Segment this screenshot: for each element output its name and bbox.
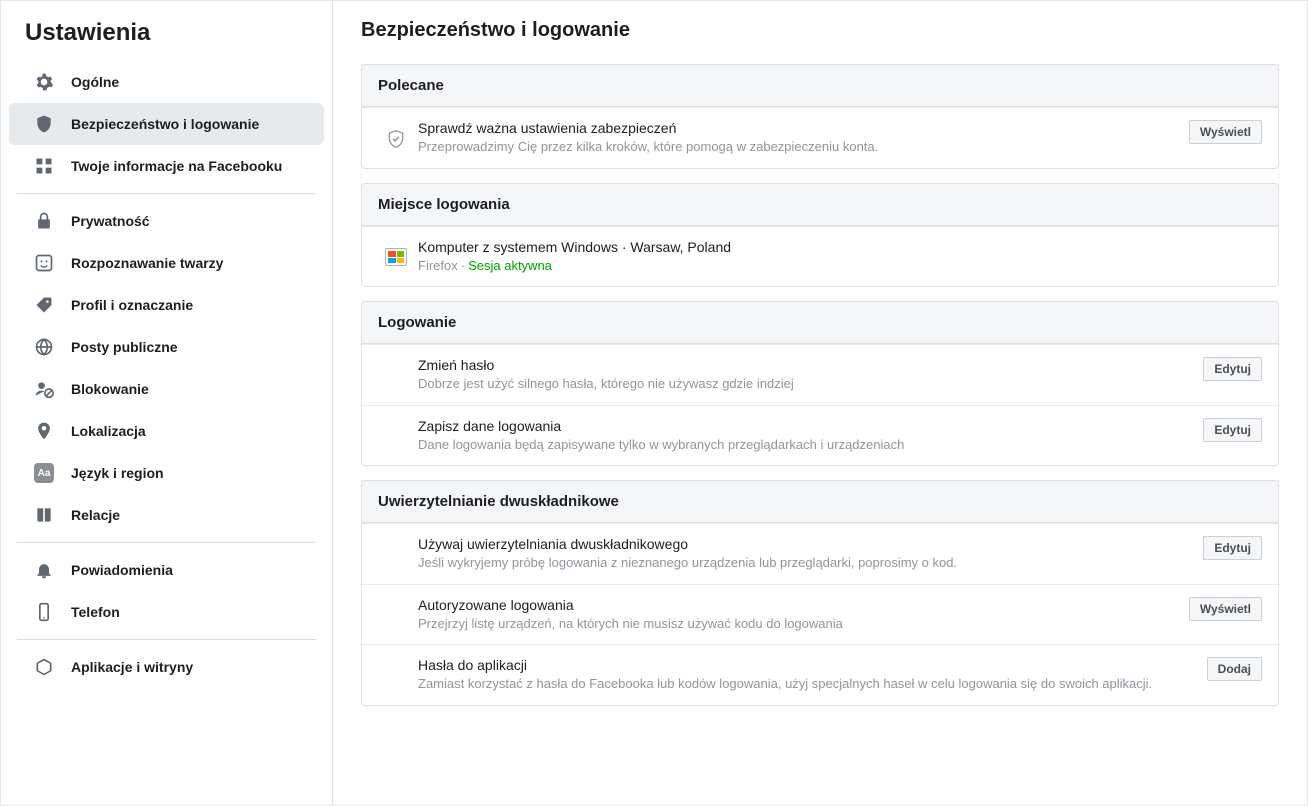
sidebar-item-blocking[interactable]: Blokowanie — [9, 368, 324, 410]
sidebar-item-apps[interactable]: Aplikacje i witryny — [9, 646, 324, 688]
sidebar-item-general[interactable]: Ogólne — [9, 61, 324, 103]
sidebar-item-label: Aplikacje i witryny — [71, 659, 193, 675]
sidebar-divider — [17, 193, 316, 194]
section-header: Uwierzytelnianie dwuskładnikowe — [362, 481, 1278, 523]
settings-row[interactable]: Zmień hasło Dobrze jest użyć silnego hasł… — [362, 344, 1278, 405]
settings-row[interactable]: Zapisz dane logowania Dane logowania będą… — [362, 405, 1278, 466]
sidebar-item-public[interactable]: Posty publiczne — [9, 326, 324, 368]
row-subtitle: Przeprowadzimy Cię przez kilka kroków, k… — [418, 138, 1179, 156]
sidebar-item-location[interactable]: Lokalizacja — [9, 410, 324, 452]
sidebar-item-label: Ogólne — [71, 74, 119, 90]
settings-row[interactable]: Autoryzowane logowania Przejrzyj listę ur… — [362, 584, 1278, 645]
sidebar-item-privacy[interactable]: Prywatność — [9, 200, 324, 242]
row-title: Zmień hasło — [418, 357, 1193, 373]
sidebar-item-notifications[interactable]: Powiadomienia — [9, 549, 324, 591]
edit-button[interactable]: Edytuj — [1203, 418, 1262, 442]
face-icon — [33, 252, 55, 274]
block-icon — [33, 378, 55, 400]
sidebar-item-mobile[interactable]: Telefon — [9, 591, 324, 633]
page-title: Bezpieczeństwo i logowanie — [361, 19, 1279, 42]
sidebar-item-label: Relacje — [71, 507, 120, 523]
row-title: Sprawdź ważna ustawienia zabezpieczeń — [418, 120, 1179, 136]
tag-icon — [33, 294, 55, 316]
settings-row[interactable]: Używaj uwierzytelniania dwuskładnikowego… — [362, 523, 1278, 584]
edit-button[interactable]: Edytuj — [1203, 536, 1262, 560]
aa-icon: Aa — [33, 462, 55, 484]
sidebar-item-label: Telefon — [71, 604, 120, 620]
blank-icon — [378, 434, 414, 436]
sidebar-item-label: Profil i oznaczanie — [71, 297, 193, 313]
sidebar-divider — [17, 639, 316, 640]
cube-icon — [33, 656, 55, 678]
phone-icon — [33, 601, 55, 623]
sidebar-item-label: Powiadomienia — [71, 562, 173, 578]
row-title: Komputer z systemem Windows · Warsaw, Po… — [418, 239, 1252, 255]
main-content: Bezpieczeństwo i logowanie PolecaneSpraw… — [333, 1, 1307, 805]
sidebar-item-language[interactable]: Aa Język i region — [9, 452, 324, 494]
sidebar-title: Ustawienia — [1, 19, 332, 61]
pin-icon — [33, 420, 55, 442]
sidebar-item-label: Twoje informacje na Facebooku — [71, 158, 282, 174]
blank-icon — [378, 374, 414, 376]
blank-icon — [378, 553, 414, 555]
gear-icon — [33, 71, 55, 93]
row-subtitle: Przejrzyj listę urządzeń, na których nie… — [418, 615, 1179, 633]
view-button[interactable]: Wyświetl — [1189, 597, 1262, 621]
settings-row[interactable]: Komputer z systemem Windows · Warsaw, Po… — [362, 226, 1278, 287]
section-where: Miejsce logowania Komputer z systemem Win… — [361, 183, 1279, 288]
settings-sidebar: Ustawienia Ogólne Bezpieczeństwo i logowa… — [1, 1, 333, 805]
section-recommended: PolecaneSprawdź ważna ustawienia zabezpi… — [361, 64, 1279, 169]
section-login: Logowanie Zmień hasło Dobrze jest użyć sil… — [361, 301, 1279, 466]
section-header: Logowanie — [362, 302, 1278, 344]
view-button[interactable]: Wyświetl — [1189, 120, 1262, 144]
sidebar-item-label: Lokalizacja — [71, 423, 146, 439]
sidebar-item-label: Posty publiczne — [71, 339, 178, 355]
row-subtitle: Firefox·Sesja aktywna — [418, 257, 1252, 275]
edit-button[interactable]: Edytuj — [1203, 357, 1262, 381]
sidebar-item-label: Rozpoznawanie twarzy — [71, 255, 223, 271]
settings-row[interactable]: Hasła do aplikacji Zamiast korzystać z ha… — [362, 644, 1278, 705]
sidebar-item-profile[interactable]: Profil i oznaczanie — [9, 284, 324, 326]
sidebar-item-security[interactable]: Bezpieczeństwo i logowanie — [9, 103, 324, 145]
row-title: Używaj uwierzytelniania dwuskładnikowego — [418, 536, 1193, 552]
blank-icon — [378, 614, 414, 616]
settings-row[interactable]: Sprawdź ważna ustawienia zabezpieczeń Prz… — [362, 107, 1278, 168]
sidebar-item-label: Prywatność — [71, 213, 150, 229]
row-title: Hasła do aplikacji — [418, 657, 1197, 673]
row-title: Autoryzowane logowania — [418, 597, 1179, 613]
windows-icon — [378, 246, 414, 266]
section-header: Miejsce logowania — [362, 184, 1278, 226]
sidebar-item-label: Blokowanie — [71, 381, 149, 397]
add-button[interactable]: Dodaj — [1207, 657, 1262, 681]
shield-icon — [33, 113, 55, 135]
shield-check-icon — [378, 127, 414, 149]
sidebar-divider — [17, 542, 316, 543]
globe-icon — [33, 336, 55, 358]
row-subtitle: Jeśli wykryjemy próbę logowania z niezna… — [418, 554, 1193, 572]
blank-icon — [378, 674, 414, 676]
row-subtitle: Dobrze jest użyć silnego hasła, którego … — [418, 375, 1193, 393]
section-twofa: Uwierzytelnianie dwuskładnikoweUżywaj uw… — [361, 480, 1279, 706]
sidebar-item-yourinfo[interactable]: Twoje informacje na Facebooku — [9, 145, 324, 187]
row-subtitle: Dane logowania będą zapisywane tylko w w… — [418, 436, 1193, 454]
sidebar-item-label: Język i region — [71, 465, 164, 481]
grid-icon — [33, 155, 55, 177]
row-title: Zapisz dane logowania — [418, 418, 1193, 434]
sidebar-item-stories[interactable]: Relacje — [9, 494, 324, 536]
section-header: Polecane — [362, 65, 1278, 107]
bell-icon — [33, 559, 55, 581]
sidebar-item-label: Bezpieczeństwo i logowanie — [71, 116, 259, 132]
book-icon — [33, 504, 55, 526]
lock-icon — [33, 210, 55, 232]
sidebar-item-face[interactable]: Rozpoznawanie twarzy — [9, 242, 324, 284]
row-subtitle: Zamiast korzystać z hasła do Facebooka l… — [418, 675, 1197, 693]
